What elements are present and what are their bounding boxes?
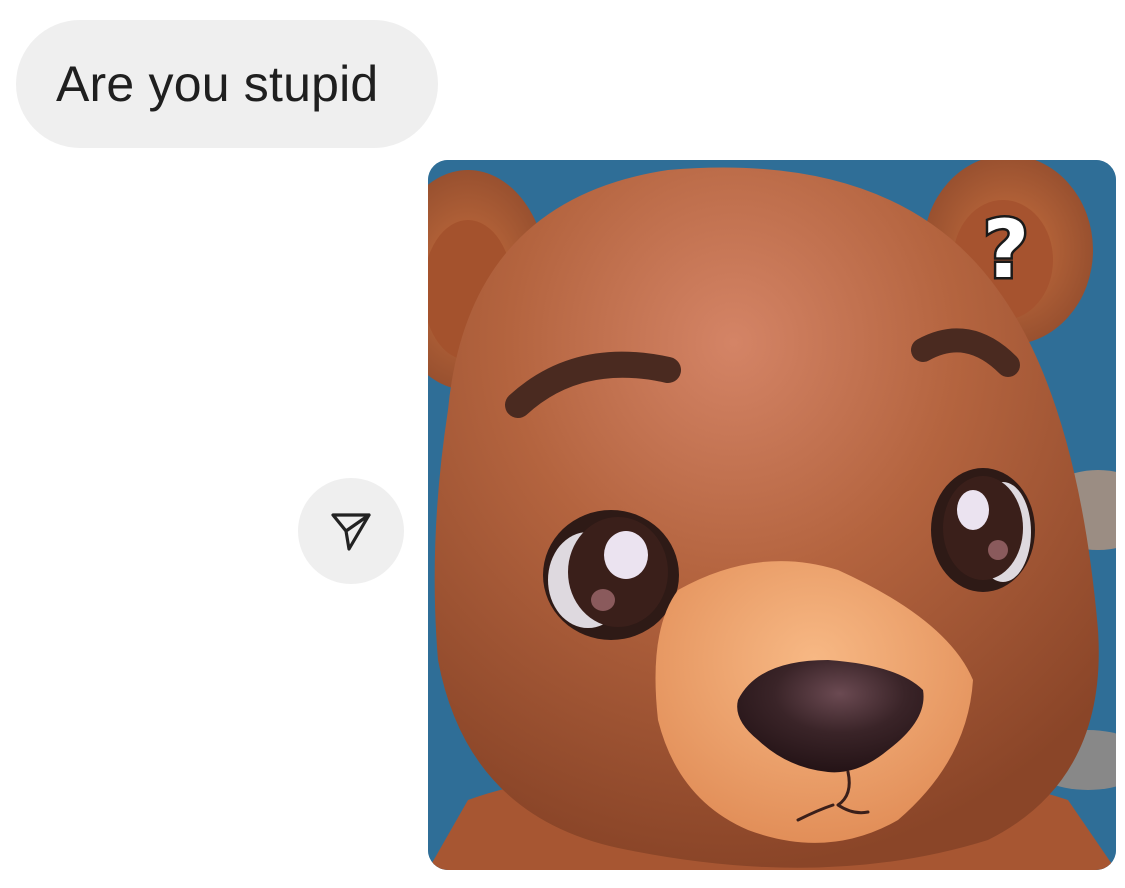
incoming-message-text: Are you stupid bbox=[56, 56, 379, 112]
bear-image: ? bbox=[428, 160, 1116, 870]
bear-right-eye-iris bbox=[943, 476, 1023, 580]
bear-right-eye-highlight bbox=[957, 490, 989, 530]
incoming-message-bubble[interactable]: Are you stupid bbox=[16, 20, 438, 148]
send-icon bbox=[331, 513, 371, 551]
question-mark-icon: ? bbox=[980, 200, 1031, 298]
share-button[interactable] bbox=[298, 478, 404, 584]
image-message[interactable]: ? bbox=[428, 160, 1116, 870]
bear-left-eye-highlight bbox=[604, 531, 648, 579]
bear-left-eye-reflection bbox=[591, 589, 615, 611]
question-mark-glyph: ? bbox=[983, 203, 1029, 296]
bear-right-eye-reflection bbox=[988, 540, 1008, 560]
